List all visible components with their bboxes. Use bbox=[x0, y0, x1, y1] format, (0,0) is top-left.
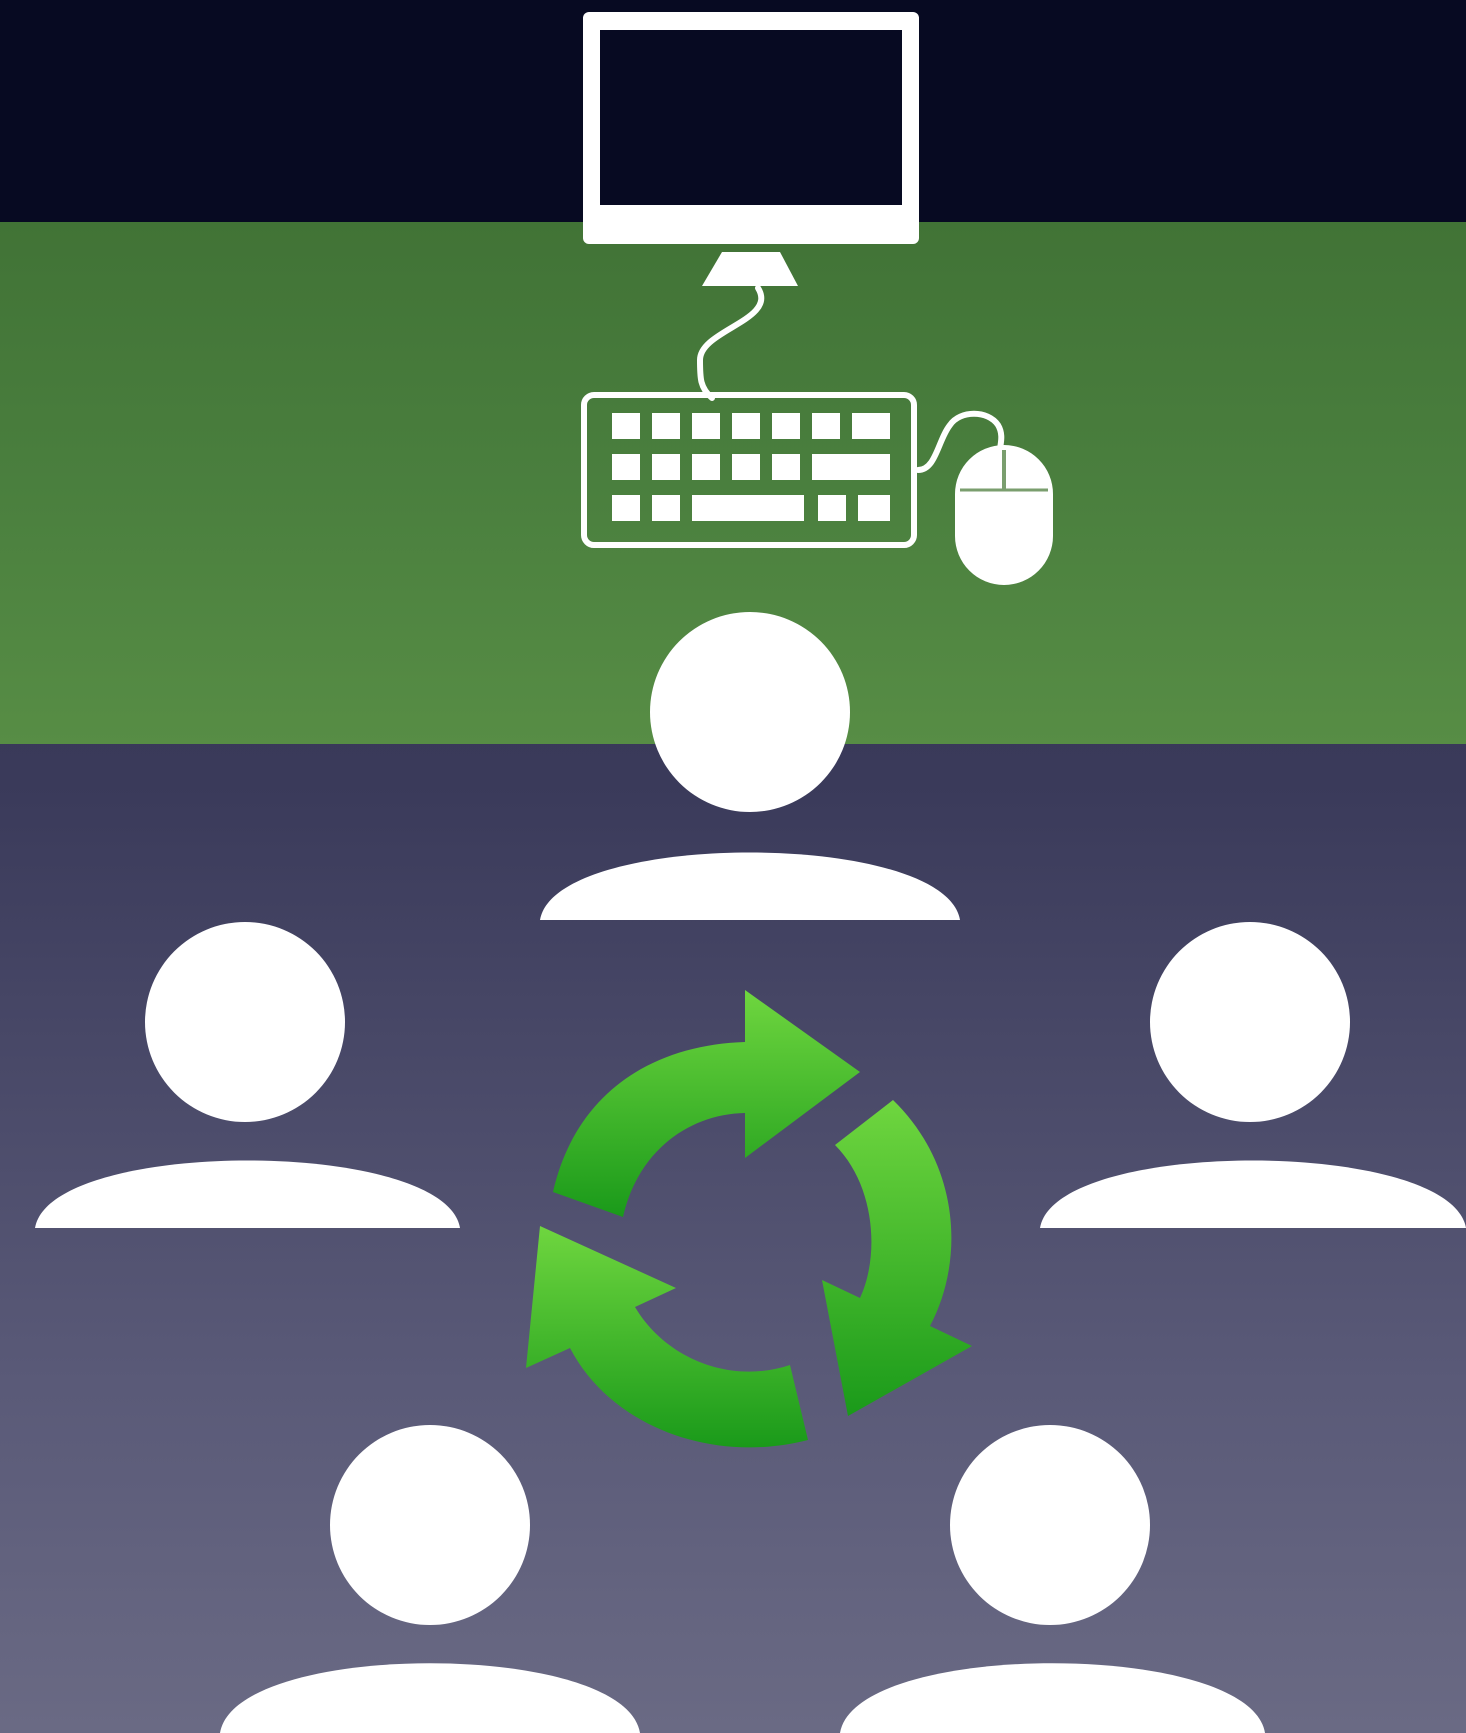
person-icon bbox=[220, 1425, 640, 1733]
diagram-canvas bbox=[35, 12, 1466, 1733]
person-icon bbox=[1040, 922, 1466, 1228]
person-icon bbox=[35, 922, 460, 1228]
keyboard-icon bbox=[581, 392, 917, 548]
refresh-cycle-icon bbox=[526, 990, 972, 1448]
computer-monitor-icon bbox=[583, 12, 919, 401]
person-icon bbox=[540, 612, 960, 920]
person-icon bbox=[840, 1425, 1265, 1733]
mouse-icon bbox=[915, 410, 1053, 585]
